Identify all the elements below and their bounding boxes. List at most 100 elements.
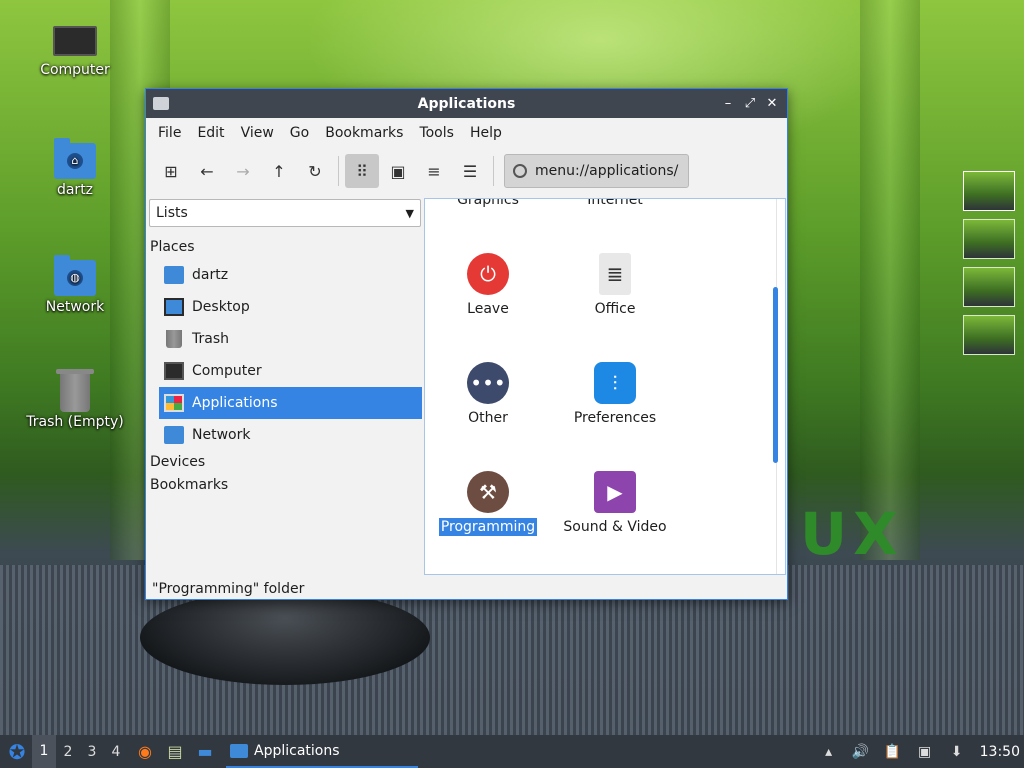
tray-up-arrow-icon[interactable]: ▴: [820, 743, 838, 761]
sidebar-item-computer[interactable]: Computer: [159, 355, 422, 387]
sidebar-item-network[interactable]: Network: [159, 419, 422, 451]
desktop-icon-computer[interactable]: Computer: [20, 20, 130, 78]
sidebar-item-label: Trash: [192, 331, 229, 347]
status-bar-text: "Programming" folder: [152, 581, 305, 597]
folder-view[interactable]: Graphics Internet ⏻ Leave ≣ Office ••• O…: [424, 198, 786, 575]
taskbar: ✪ 1 2 3 4 ◉ ▤ ▬ Applications ▴ 🔊 📋 ▣ ⬇ 1…: [0, 735, 1024, 768]
sidebar-item-label: Computer: [192, 363, 262, 379]
sidebar-item-dartz[interactable]: dartz: [159, 259, 422, 291]
sidebar-item-applications[interactable]: Applications: [159, 387, 422, 419]
workspace-thumbnail-3[interactable]: [963, 267, 1015, 307]
more-icon: •••: [467, 362, 509, 404]
workspace-thumbnail-4[interactable]: [963, 315, 1015, 355]
folder-item-preferences[interactable]: ⫶ Preferences: [560, 362, 670, 427]
window-title: Applications: [417, 95, 516, 112]
section-devices[interactable]: Devices: [148, 451, 423, 474]
back-arrow-icon: ←: [200, 161, 214, 181]
maximize-button[interactable]: ⤢: [743, 96, 757, 111]
close-button[interactable]: ✕: [765, 96, 779, 111]
folder-item-graphics[interactable]: Graphics: [433, 199, 543, 209]
menu-edit[interactable]: Edit: [189, 125, 232, 141]
folder-item-other[interactable]: ••• Other: [433, 362, 543, 427]
workspace-thumbnail-2[interactable]: [963, 219, 1015, 259]
desktop-icon-trash[interactable]: Trash (Empty): [20, 369, 130, 430]
new-tab-icon: ⊞: [164, 161, 178, 181]
multimedia-icon: ▶: [594, 471, 636, 513]
window-titlebar[interactable]: Applications – ⤢ ✕: [146, 89, 787, 118]
sidebar-item-label: dartz: [192, 267, 229, 283]
update-notifier-icon[interactable]: ⬇: [948, 743, 966, 761]
folder-icon: [230, 743, 248, 758]
hammer-icon: ⚒: [467, 471, 509, 513]
clipboard-icon[interactable]: 📋: [884, 743, 902, 761]
workspace-button-1[interactable]: 1: [32, 735, 56, 768]
menu-bookmarks[interactable]: Bookmarks: [317, 125, 411, 141]
workspace-button-2[interactable]: 2: [56, 744, 80, 760]
compact-view-button[interactable]: ≡: [417, 154, 451, 188]
image-icon: ▣: [390, 161, 406, 181]
folder-item-label: Programming: [438, 518, 538, 536]
side-pane-mode-select[interactable]: Lists ▼: [149, 199, 421, 227]
folder-item-programming[interactable]: ⚒ Programming: [433, 471, 543, 536]
grid-icon: ⠿: [356, 161, 368, 181]
computer-icon: [164, 362, 184, 380]
new-tab-button[interactable]: ⊞: [154, 154, 188, 188]
taskbar-task-applications[interactable]: Applications: [226, 735, 418, 768]
file-manager-launcher[interactable]: ▤: [162, 739, 188, 765]
scrollbar-thumb[interactable]: [773, 287, 778, 463]
list-icon: ≡: [427, 161, 441, 181]
toolbar: ⊞ ← → ↑ ↻ ⠿ ▣ ≡ ☰ menu://applications/: [146, 148, 787, 194]
show-desktop-launcher[interactable]: ▬: [192, 739, 218, 765]
trash-icon: [166, 330, 182, 348]
workspace-button-3[interactable]: 3: [80, 744, 104, 760]
workspace-thumbnail-1[interactable]: [963, 171, 1015, 211]
menu-view[interactable]: View: [233, 125, 282, 141]
minimize-button[interactable]: –: [721, 96, 735, 111]
desktop-icon-network[interactable]: ◍ Network: [20, 255, 130, 315]
folder-item-label: Leave: [467, 301, 509, 317]
icon-view-button[interactable]: ⠿: [345, 154, 379, 188]
menu-go[interactable]: Go: [282, 125, 317, 141]
menu-tools[interactable]: Tools: [411, 125, 462, 141]
desktop-icon-label: Network: [45, 299, 105, 315]
forward-arrow-icon: →: [236, 161, 250, 181]
menu-help[interactable]: Help: [462, 125, 510, 141]
lubuntu-logo-icon: ✪: [8, 739, 26, 764]
location-bar[interactable]: menu://applications/: [504, 154, 690, 188]
workspace-button-4[interactable]: 4: [104, 744, 128, 760]
network-status-icon[interactable]: ▣: [916, 743, 934, 761]
toolbar-separator: [493, 156, 494, 186]
section-bookmarks[interactable]: Bookmarks: [148, 474, 423, 497]
folder-item-internet[interactable]: Internet: [560, 199, 670, 209]
document-icon: ≣: [599, 253, 631, 295]
folder-item-office[interactable]: ≣ Office: [560, 253, 670, 318]
sidebar-item-trash[interactable]: Trash: [159, 323, 422, 355]
thumbnail-view-button[interactable]: ▣: [381, 154, 415, 188]
side-pane-mode-value: Lists: [156, 205, 188, 221]
section-places[interactable]: Places: [148, 236, 423, 259]
wallpaper-logo-text: UX: [800, 500, 904, 568]
wallpaper-bamboo: [860, 0, 920, 560]
menu-bar: File Edit View Go Bookmarks Tools Help: [146, 118, 787, 148]
sidebar-item-desktop[interactable]: Desktop: [159, 291, 422, 323]
home-folder-icon: ⌂: [54, 138, 96, 179]
menu-file[interactable]: File: [150, 125, 189, 141]
network-icon: [164, 426, 184, 444]
detail-view-button[interactable]: ☰: [453, 154, 487, 188]
folder-item-sound-video[interactable]: ▶ Sound & Video: [560, 471, 670, 536]
firefox-launcher[interactable]: ◉: [132, 739, 158, 765]
start-menu-button[interactable]: ✪: [2, 737, 32, 767]
folder-item-leave[interactable]: ⏻ Leave: [433, 253, 543, 318]
clock[interactable]: 13:50: [980, 744, 1020, 760]
up-button[interactable]: ↑: [262, 154, 296, 188]
volume-icon[interactable]: 🔊: [852, 743, 870, 761]
location-path: menu://applications/: [535, 163, 679, 179]
up-arrow-icon: ↑: [272, 161, 286, 181]
toolbar-separator: [338, 156, 339, 186]
trash-icon: [56, 369, 94, 412]
file-manager-window: Applications – ⤢ ✕ File Edit View Go Boo…: [145, 88, 788, 600]
forward-button[interactable]: →: [226, 154, 260, 188]
back-button[interactable]: ←: [190, 154, 224, 188]
desktop-icon-home[interactable]: ⌂ dartz: [20, 138, 130, 198]
reload-button[interactable]: ↻: [298, 154, 332, 188]
